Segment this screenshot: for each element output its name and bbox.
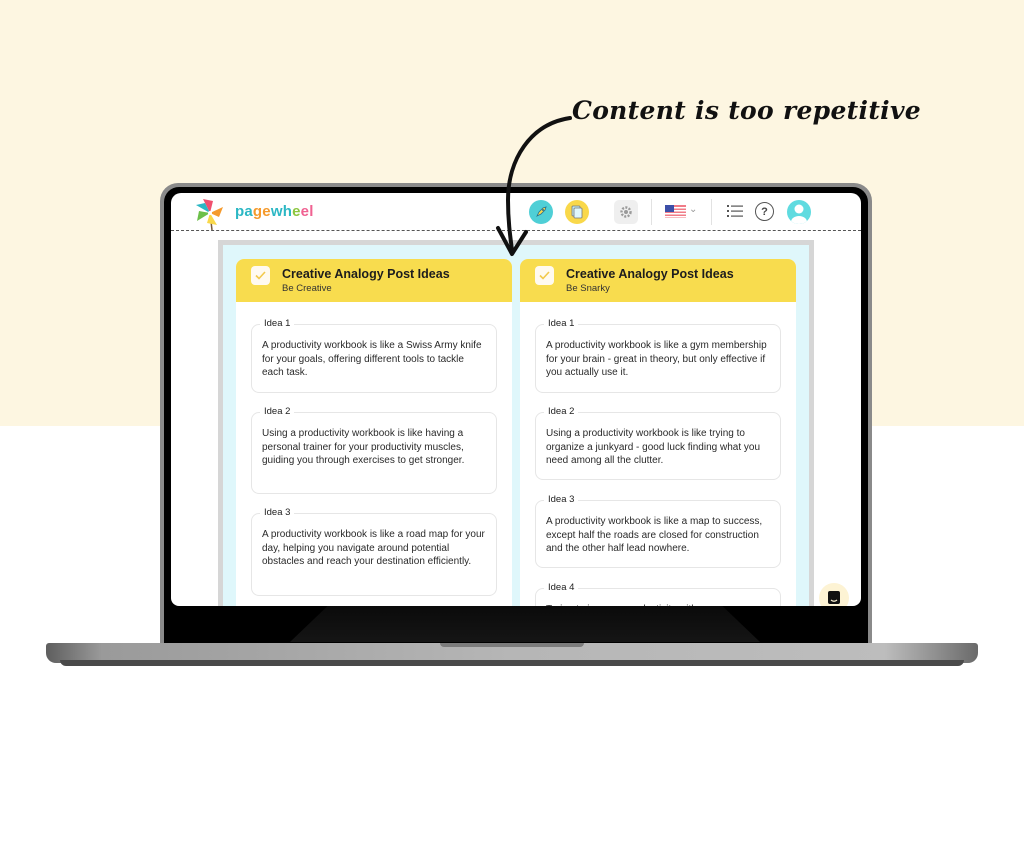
brand-letter: h [282,203,293,220]
idea-text: Using a productivity workbook is like ha… [262,428,465,466]
idea-text: Using a productivity workbook is like tr… [546,428,761,466]
header-divider [651,199,652,225]
idea-label: Idea 3 [260,507,295,518]
idea-column-snarky: Creative Analogy Post Ideas Be Snarky Id… [520,259,796,606]
column-subtitle: Be Creative [282,283,332,294]
laptop-notch [440,643,584,647]
chat-icon [828,591,840,604]
column-header: Creative Analogy Post Ideas Be Creative [236,259,512,302]
idea-column-creative: Creative Analogy Post Ideas Be Creative … [236,259,512,606]
brand-letter: p [235,203,245,220]
idea-card[interactable]: Idea 4 Trying to improve productivity wi… [535,582,781,606]
column-title: Creative Analogy Post Ideas [566,267,734,281]
idea-label: Idea 1 [544,318,579,329]
annotation-label: Content is too repetitive [572,96,921,125]
idea-label: Idea 2 [260,406,295,417]
brand-letter: w [270,203,283,220]
idea-text: A productivity workbook is like a road m… [262,529,485,567]
idea-label: Idea 3 [544,494,579,505]
check-icon [255,271,266,280]
help-icon[interactable]: ? [755,202,774,221]
user-avatar-icon[interactable] [787,200,811,224]
idea-card[interactable]: Idea 3 A productivity workbook is like a… [535,494,781,568]
idea-label: Idea 2 [544,406,579,417]
column-checkbox[interactable] [251,266,270,285]
brand-letter: l [309,203,314,220]
brand-letter: e [300,203,310,220]
idea-text: A productivity workbook is like a map to… [546,516,763,554]
brand-name[interactable]: pagewheel [235,203,314,220]
idea-label: Idea 4 [544,582,579,593]
column-title: Creative Analogy Post Ideas [282,267,450,281]
idea-text: A productivity workbook is like a gym me… [546,340,767,378]
brand-letter: e [262,203,271,220]
idea-text: A productivity workbook is like a Swiss … [262,340,482,378]
brand-letter: e [292,203,301,220]
gear-icon [620,206,632,218]
brand-letter: g [252,203,263,220]
idea-card[interactable]: Idea 1 A productivity workbook is like a… [535,318,781,393]
idea-card[interactable]: Idea 3 A productivity workbook is like a… [251,507,497,596]
chat-button[interactable] [819,583,849,606]
idea-card[interactable]: Idea 2 Using a productivity workbook is … [535,406,781,480]
idea-label: Idea 1 [260,318,295,329]
keyboard-reflection [290,606,760,642]
idea-card[interactable]: Idea 2 Using a productivity workbook is … [251,406,497,494]
laptop-base-bottom [60,660,964,666]
header-divider [711,199,712,225]
pinwheel-logo-icon [196,199,223,231]
brand-letter: a [244,203,253,220]
us-flag-icon[interactable] [665,205,686,218]
check-icon [539,271,550,280]
settings-button[interactable] [614,200,638,224]
annotation-arrow-icon [496,116,572,256]
column-subtitle: Be Snarky [566,283,610,294]
idea-card[interactable]: Idea 1 A productivity workbook is like a… [251,318,497,393]
list-icon[interactable] [727,204,743,218]
language-chevron-down-icon[interactable]: ⌄ [689,204,697,215]
